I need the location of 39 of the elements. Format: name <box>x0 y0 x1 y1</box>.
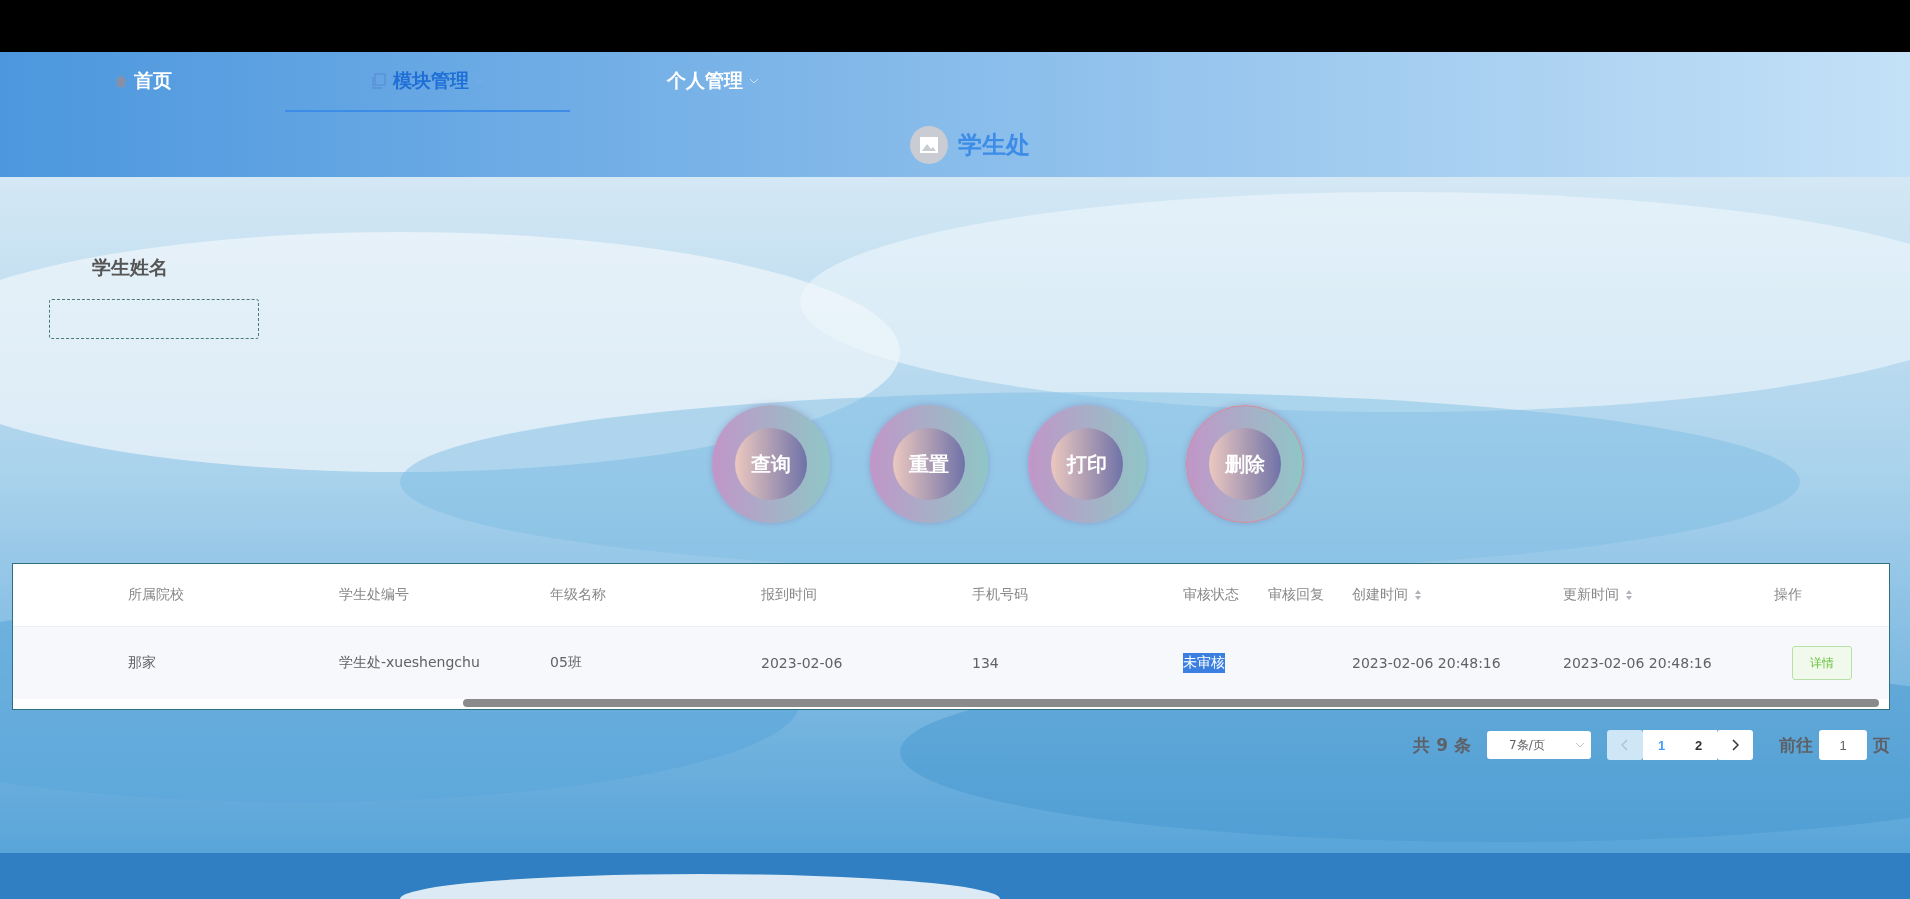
goto-page-field[interactable]: 1 <box>1819 730 1867 760</box>
goto-label: 前往 <box>1779 733 1813 757</box>
table-cell: 未审核 <box>1183 653 1225 673</box>
total-count: 共 9 条 <box>1413 733 1471 757</box>
next-page-button[interactable] <box>1717 730 1753 760</box>
column-header: 审核状态 <box>1183 586 1240 604</box>
page-size-select[interactable]: 7条/页 <box>1487 731 1591 759</box>
nav-tab[interactable]: 首页 <box>0 52 285 112</box>
table-cell: 05班 <box>550 654 582 672</box>
table-cell: 2023-02-06 <box>761 655 843 671</box>
table-cell: 2023-02-06 20:48:16 <box>1352 655 1501 671</box>
caret-icon <box>1575 742 1585 748</box>
table-cell: 学生处-xueshengchu <box>339 654 480 672</box>
page-title: 学生处 <box>958 129 1030 161</box>
column-header: 审核回复 <box>1268 586 1325 604</box>
column-header: 手机号码 <box>972 586 1029 604</box>
sort-icon[interactable] <box>1625 589 1633 601</box>
nav-tab[interactable]: 模块管理 <box>285 52 570 112</box>
chevron-left-icon <box>1621 739 1629 751</box>
sort-icon[interactable] <box>1414 589 1422 601</box>
table-cell: 那家 <box>128 654 156 672</box>
caret-icon <box>748 78 759 84</box>
column-header: 操作 <box>1774 586 1803 604</box>
column-header: 所属院校 <box>128 586 185 604</box>
column-header: 学生处编号 <box>339 586 410 604</box>
table-cell: 2023-02-06 20:48:16 <box>1563 655 1712 671</box>
column-header: 年级名称 <box>550 586 607 604</box>
name-input-field[interactable] <box>49 299 259 339</box>
page-suffix: 页 <box>1873 733 1890 757</box>
column-header: 报到时间 <box>761 586 818 604</box>
column-header: 更新时间 <box>1563 586 1774 604</box>
table-cell: 134 <box>972 655 999 671</box>
column-header: 创建时间 <box>1352 586 1563 604</box>
home-icon <box>113 74 128 88</box>
detail-button[interactable]: 详情 <box>1792 646 1852 680</box>
nav-tab[interactable]: 个人管理 <box>570 52 855 112</box>
scrollbar[interactable] <box>463 699 1879 707</box>
field-label: 学生姓名 <box>92 255 169 280</box>
chevron-right-icon <box>1731 739 1739 751</box>
